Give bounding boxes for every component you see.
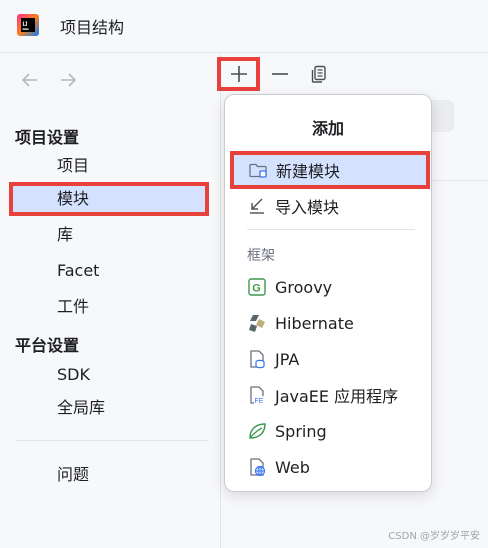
javaee-label: JavaEE 应用程序 <box>275 387 399 406</box>
frameworks-group-label: 框架 <box>247 248 275 264</box>
copy-button[interactable] <box>305 60 333 88</box>
title-bar: IJ 项目结构 <box>0 0 488 52</box>
jpa-label: JPA <box>275 349 300 369</box>
menu-item-jpa[interactable]: JPA <box>237 343 427 375</box>
arrow-left-icon <box>21 73 37 87</box>
panel-divider <box>220 52 221 548</box>
menu-item-javaee[interactable]: FE JavaEE 应用程序 <box>237 379 427 411</box>
add-popup-menu: 添加 新建模块 导入模块 框架 G Groovy Hibernate JPA F… <box>224 94 432 492</box>
sidebar-item-sdk[interactable]: SDK <box>57 363 90 387</box>
svg-text:IJ: IJ <box>23 22 28 28</box>
sidebar-item-artifacts[interactable]: 工件 <box>57 295 89 319</box>
new-module-label: 新建模块 <box>276 162 341 181</box>
sidebar-item-global-libraries[interactable]: 全局库 <box>57 396 105 420</box>
spring-leaf-icon <box>247 421 267 441</box>
spring-label: Spring <box>275 421 327 441</box>
groovy-icon: G <box>247 277 267 297</box>
add-button[interactable] <box>225 60 253 88</box>
import-arrow-icon <box>247 196 267 216</box>
web-globe-icon <box>247 457 267 477</box>
watermark: CSDN @岁岁岁平安 <box>388 531 480 542</box>
hibernate-icon <box>247 313 267 333</box>
web-label: Web <box>275 457 310 477</box>
sidebar-item-project[interactable]: 项目 <box>57 154 89 178</box>
menu-item-spring[interactable]: Spring <box>237 415 427 447</box>
menu-item-web[interactable]: Web <box>237 451 427 483</box>
platform-settings-heading: 平台设置 <box>15 336 80 355</box>
sidebar-item-libraries[interactable]: 库 <box>57 223 73 247</box>
copy-icon <box>311 65 326 83</box>
svg-text:G: G <box>252 283 261 295</box>
javaee-icon: FE <box>247 385 267 405</box>
import-module-label: 导入模块 <box>275 198 340 217</box>
project-settings-heading: 项目设置 <box>15 128 80 147</box>
popup-title: 添加 <box>311 119 344 138</box>
svg-text:FE: FE <box>255 398 264 405</box>
plus-icon <box>231 66 247 82</box>
forward-button[interactable] <box>56 68 80 92</box>
menu-item-import-module[interactable]: 导入模块 <box>237 190 427 222</box>
intellij-logo-icon: IJ <box>17 14 39 36</box>
sidebar-selected-highlight[interactable] <box>9 182 209 216</box>
arrow-right-icon <box>61 73 77 87</box>
hibernate-label: Hibernate <box>275 313 354 333</box>
minus-icon <box>272 73 288 75</box>
menu-item-new-module[interactable]: 新建模块 <box>230 151 430 189</box>
new-module-folder-icon <box>248 160 268 180</box>
popup-separator <box>247 229 415 230</box>
back-button[interactable] <box>18 68 42 92</box>
content-divider <box>432 180 488 181</box>
sidebar-divider <box>15 440 209 441</box>
menu-item-hibernate[interactable]: Hibernate <box>237 307 427 339</box>
sidebar-item-modules[interactable]: 模块 <box>57 187 89 211</box>
title-divider <box>0 52 488 53</box>
sidebar-item-facets[interactable]: Facet <box>57 259 99 283</box>
groovy-label: Groovy <box>275 277 333 297</box>
remove-button[interactable] <box>266 60 294 88</box>
window-title: 项目结构 <box>60 18 125 37</box>
sidebar-item-problems[interactable]: 问题 <box>57 463 89 487</box>
menu-item-groovy[interactable]: G Groovy <box>237 271 427 303</box>
jpa-icon <box>247 349 267 369</box>
